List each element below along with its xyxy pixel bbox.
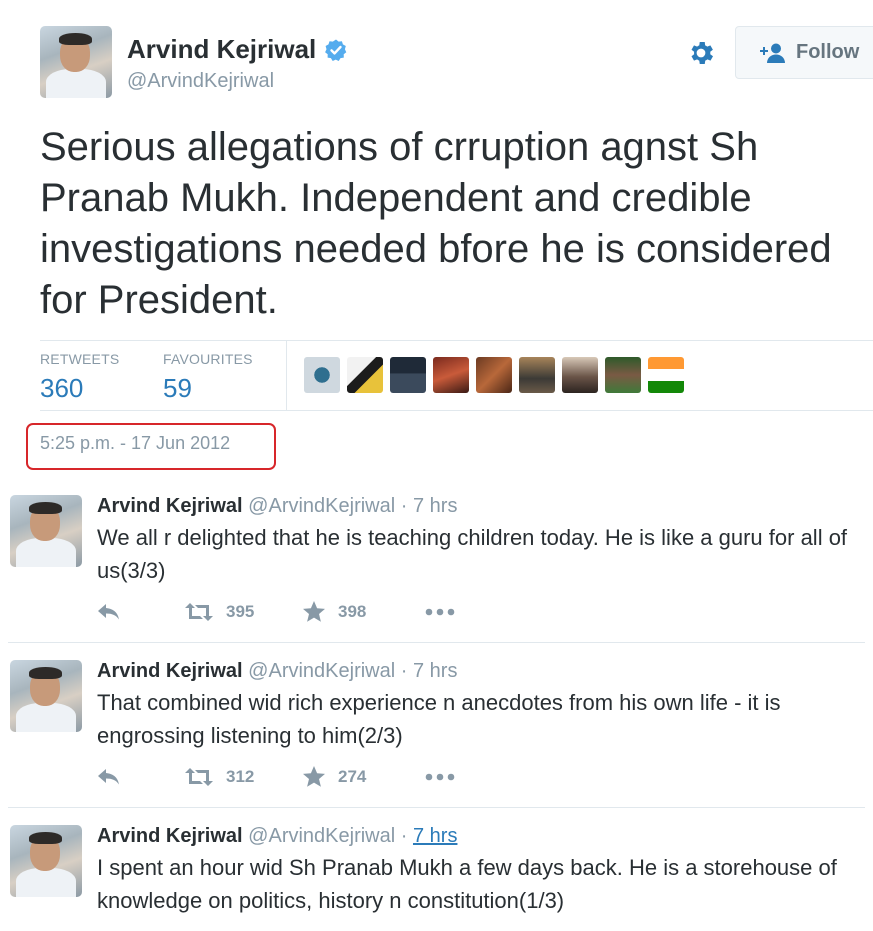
- retweets-stat[interactable]: RETWEETS 360: [40, 351, 119, 404]
- reply-author-name[interactable]: Arvind Kejriwal: [97, 495, 243, 517]
- favoriter-avatar[interactable]: [347, 357, 383, 393]
- reply-separator: ·: [400, 495, 408, 517]
- favourite-count: 398: [338, 602, 367, 621]
- stats-divider: [286, 341, 287, 411]
- favoriter-avatar[interactable]: [605, 357, 641, 393]
- reply-separator: ·: [400, 825, 408, 847]
- author-handle[interactable]: @ArvindKejriwal: [127, 70, 274, 93]
- retweets-label: RETWEETS: [40, 351, 120, 367]
- verified-badge-icon: [325, 39, 347, 61]
- reply-author-handle[interactable]: @ArvindKejriwal: [248, 825, 395, 847]
- india-flag-avatar[interactable]: [648, 357, 684, 393]
- favoriter-avatar[interactable]: [476, 357, 512, 393]
- reply-separator: ·: [400, 660, 408, 682]
- reply-actions: 312 274: [97, 766, 455, 788]
- retweet-icon: [185, 603, 213, 621]
- author-avatar[interactable]: [40, 26, 112, 98]
- reply-arrow-icon: [98, 604, 119, 620]
- favourites-count[interactable]: 59: [163, 373, 253, 404]
- reply-actions: 395 398: [97, 601, 455, 623]
- add-user-icon: [760, 43, 785, 63]
- reply-author-name[interactable]: Arvind Kejriwal: [97, 660, 243, 682]
- retweet-icon: [185, 768, 213, 786]
- follow-button[interactable]: Follow: [735, 26, 873, 79]
- favourites-label: FAVOURITES: [163, 351, 253, 367]
- tweet-stats-bar: RETWEETS 360 FAVOURITES 59: [40, 340, 873, 411]
- reply-author-handle[interactable]: @ArvindKejriwal: [248, 495, 395, 517]
- reply-time[interactable]: 7 hrs: [413, 660, 457, 682]
- reply-header: Arvind Kejriwal @ArvindKejriwal · 7 hrs: [97, 825, 457, 848]
- reply-divider: [8, 807, 865, 808]
- reply-author-name[interactable]: Arvind Kejriwal: [97, 825, 243, 847]
- reply-divider: [8, 642, 865, 643]
- retweets-count[interactable]: 360: [40, 373, 119, 404]
- reply-text: I spent an hour wid Sh Pranab Mukh a few…: [97, 855, 837, 913]
- gear-icon[interactable]: [686, 38, 716, 68]
- reply-header: Arvind Kejriwal @ArvindKejriwal · 7 hrs: [97, 660, 457, 683]
- more-dots-icon: [425, 608, 455, 616]
- follow-label: Follow: [796, 41, 860, 63]
- favourite-button[interactable]: 398: [302, 601, 425, 623]
- reply-time[interactable]: 7 hrs: [413, 495, 457, 517]
- reply-avatar[interactable]: [10, 495, 82, 567]
- favoriter-avatar[interactable]: [562, 357, 598, 393]
- more-dots-icon: [425, 773, 455, 781]
- author-name[interactable]: Arvind Kejriwal: [127, 34, 316, 65]
- tweet-timestamp[interactable]: 5:25 p.m. - 17 Jun 2012: [40, 433, 230, 454]
- retweet-button[interactable]: 395: [184, 602, 302, 622]
- favoriter-avatar[interactable]: [304, 357, 340, 393]
- favourite-count: 274: [338, 767, 367, 786]
- star-icon: [303, 766, 325, 787]
- reply-author-handle[interactable]: @ArvindKejriwal: [248, 660, 395, 682]
- retweet-count: 312: [226, 767, 255, 786]
- reply-header: Arvind Kejriwal @ArvindKejriwal · 7 hrs: [97, 495, 457, 518]
- author-name-row[interactable]: Arvind Kejriwal: [127, 34, 348, 65]
- reply-time-link[interactable]: 7 hrs: [413, 825, 457, 847]
- reply-button[interactable]: [97, 767, 184, 787]
- favoriter-avatar[interactable]: [390, 357, 426, 393]
- reply-avatar[interactable]: [10, 825, 82, 897]
- reply-arrow-icon: [98, 769, 119, 785]
- star-icon: [303, 601, 325, 622]
- retweet-button[interactable]: 312: [184, 767, 302, 787]
- reply-text: That combined wid rich experience n anec…: [97, 690, 781, 748]
- more-button[interactable]: [425, 772, 455, 782]
- reply-button[interactable]: [97, 602, 184, 622]
- more-button[interactable]: [425, 607, 455, 617]
- reply-avatar[interactable]: [10, 660, 82, 732]
- favoriter-avatar[interactable]: [519, 357, 555, 393]
- retweet-count: 395: [226, 602, 255, 621]
- favourite-button[interactable]: 274: [302, 766, 425, 788]
- favoriters-avatar-list: [304, 357, 684, 393]
- favourites-stat[interactable]: FAVOURITES 59: [163, 351, 253, 404]
- tweet-text: Serious allegations of crruption agnst S…: [40, 125, 832, 322]
- favoriter-avatar[interactable]: [433, 357, 469, 393]
- reply-text: We all r delighted that he is teaching c…: [97, 525, 848, 583]
